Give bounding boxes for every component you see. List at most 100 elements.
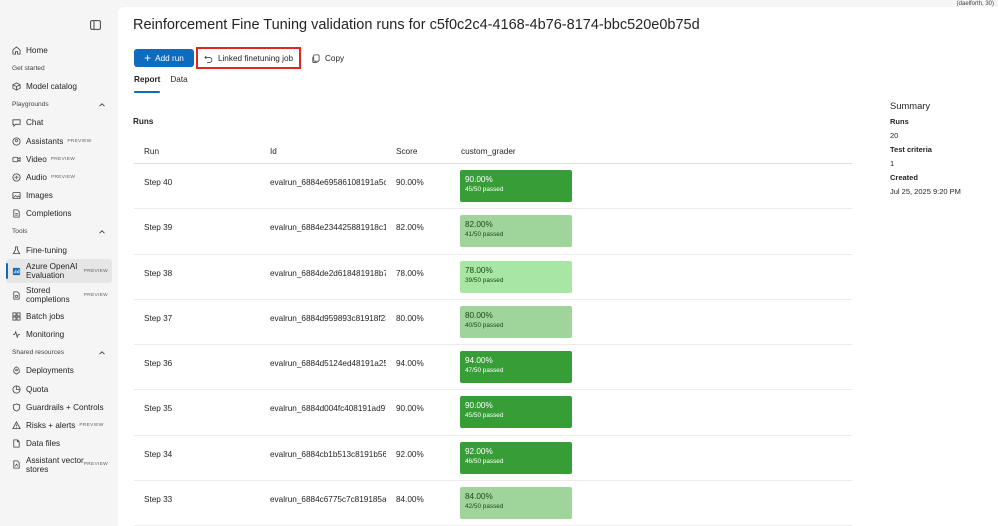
- sidebar-item-label: Monitoring: [26, 330, 65, 340]
- preview-badge: PREVIEW: [50, 156, 76, 162]
- sidebar-item-assistant-vector-stores[interactable]: Assistant vector stores PREVIEW: [6, 453, 112, 477]
- collapse-sidebar-icon[interactable]: [90, 20, 101, 30]
- runs-heading: Runs: [133, 117, 154, 126]
- run-score: 82.00%: [396, 223, 424, 233]
- summary-panel: Summary Runs 20 Test criteria 1 Created …: [890, 100, 990, 197]
- column-header-custom-grader[interactable]: custom_grader: [461, 147, 516, 156]
- assistant-icon: [12, 137, 21, 146]
- grader-percent: 92.00%: [465, 446, 493, 456]
- runs-table: Run Id Score custom_grader Step 40 evalru…: [134, 139, 852, 526]
- sidebar-item-batch-jobs[interactable]: Batch jobs: [6, 307, 112, 325]
- table-row[interactable]: Step 34 evalrun_6884cb1b513c8191b563 92.00…: [134, 436, 852, 482]
- summary-test-criteria-label: Test criteria: [890, 145, 932, 154]
- main-panel: (daelforth, 30) Reinforcement Fine Tunin…: [118, 1, 998, 526]
- section-playgrounds[interactable]: Playgrounds: [6, 96, 112, 114]
- grader-result-badge: 78.00% 39/50 passed: [460, 260, 572, 293]
- linked-finetuning-job-button[interactable]: Linked finetuning job: [196, 47, 301, 69]
- sidebar-item-audio[interactable]: Audio PREVIEW: [6, 168, 112, 186]
- grader-percent: 90.00%: [465, 175, 493, 184]
- section-shared-resources[interactable]: Shared resources: [6, 344, 112, 362]
- run-step-link[interactable]: Step 36: [144, 359, 172, 368]
- sidebar-item-images[interactable]: Images: [6, 187, 112, 205]
- chevron-up-icon[interactable]: [98, 101, 106, 109]
- grader-result-badge: 94.00% 47/50 passed: [460, 351, 572, 384]
- add-run-button[interactable]: + Add run: [134, 49, 194, 67]
- table-row[interactable]: Step 38 evalrun_6884de2d618481918b78 78.00…: [134, 255, 852, 300]
- sidebar-item-label: Risks + alerts: [26, 420, 76, 430]
- table-row[interactable]: Step 33 evalrun_6884c6775c7c819185a8 84.00…: [134, 481, 852, 526]
- run-step-link[interactable]: Step 33: [144, 495, 172, 504]
- copy-label: Copy: [325, 53, 345, 63]
- table-row[interactable]: Step 40 evalrun_6884e69586108191a5cc 90.00…: [134, 164, 852, 210]
- run-score: 94.00%: [396, 359, 424, 369]
- run-id: evalrun_6884d004fc408191ad97: [270, 404, 386, 414]
- plus-icon: +: [144, 51, 152, 65]
- tab-list: Report Data: [134, 73, 198, 93]
- quota-icon: [12, 385, 21, 394]
- sidebar-item-data-files[interactable]: Data files: [6, 435, 112, 453]
- sidebar-item-model-catalog[interactable]: Model catalog: [6, 77, 112, 95]
- section-tools[interactable]: Tools: [6, 223, 112, 241]
- copy-button[interactable]: Copy: [311, 49, 344, 67]
- column-header-run[interactable]: Run: [144, 147, 159, 156]
- sidebar-item-deployments[interactable]: Deployments: [6, 362, 112, 380]
- sidebar-item-azure-openai-evaluation[interactable]: Azure OpenAI Evaluation PREVIEW: [6, 259, 112, 284]
- vector-store-icon: [12, 460, 21, 469]
- run-id: evalrun_6884e234425881918c1a: [270, 223, 386, 233]
- completions-icon: [12, 209, 21, 218]
- grader-percent: 84.00%: [465, 492, 493, 502]
- table-row[interactable]: Step 39 evalrun_6884e234425881918c1a 82.00…: [134, 209, 852, 255]
- run-step-link[interactable]: Step 35: [144, 404, 172, 413]
- run-step-link[interactable]: Step 37: [144, 314, 172, 323]
- sidebar-item-fine-tuning[interactable]: Fine-tuning: [6, 241, 112, 259]
- chevron-up-icon[interactable]: [98, 349, 106, 357]
- preview-badge: PREVIEW: [50, 174, 76, 180]
- account-label: (daelforth, 30): [956, 1, 994, 7]
- table-row[interactable]: Step 35 evalrun_6884d004fc408191ad97 90.00…: [134, 390, 852, 436]
- sidebar-item-completions[interactable]: Completions: [6, 205, 112, 223]
- sidebar-item-chat[interactable]: Chat: [6, 114, 112, 132]
- grader-result-badge: 82.00% 41/50 passed: [460, 215, 572, 248]
- section-label: Shared resources: [12, 349, 65, 357]
- section-get-started: Get started: [6, 59, 112, 77]
- image-icon: [12, 191, 21, 200]
- table-row[interactable]: Step 37 evalrun_6884d959893c81918f23 80.00…: [134, 300, 852, 346]
- run-step-link[interactable]: Step 38: [144, 269, 172, 278]
- sidebar-item-quota[interactable]: Quota: [6, 380, 112, 398]
- audio-icon: [12, 173, 21, 182]
- chevron-up-icon[interactable]: [98, 228, 106, 236]
- column-header-id[interactable]: Id: [270, 147, 386, 156]
- add-run-label: Add run: [155, 53, 184, 63]
- sidebar-item-video[interactable]: Video PREVIEW: [6, 150, 112, 168]
- sidebar-item-label: Model catalog: [26, 81, 77, 91]
- sidebar-item-label: Completions: [26, 209, 72, 219]
- grader-percent: 90.00%: [465, 401, 493, 411]
- tab-report[interactable]: Report: [134, 73, 161, 93]
- cube-icon: [12, 82, 21, 91]
- sidebar-nav: Home Get started Model catalog Playgrounds C…: [6, 41, 112, 477]
- grader-result-badge: 90.00% 45/50 passed: [460, 396, 572, 429]
- sidebar-item-stored-completions[interactable]: Stored completions PREVIEW: [6, 283, 112, 307]
- table-row[interactable]: Step 36 evalrun_6884d5124ed48191a252 94.00…: [134, 345, 852, 391]
- shield-icon: [12, 403, 21, 412]
- summary-test-criteria-value: 1: [890, 159, 895, 168]
- sidebar-item-risks[interactable]: Risks + alerts PREVIEW: [6, 416, 112, 434]
- section-label: Get started: [12, 64, 45, 72]
- sidebar-item-home[interactable]: Home: [6, 41, 112, 59]
- sidebar: Home Get started Model catalog Playgrounds C…: [0, 0, 118, 526]
- run-step-link[interactable]: Step 39: [144, 223, 172, 232]
- sidebar-item-label: Audio: [26, 172, 47, 182]
- column-header-score[interactable]: Score: [396, 147, 417, 156]
- preview-badge: PREVIEW: [83, 268, 108, 274]
- run-step-link[interactable]: Step 40: [144, 178, 172, 187]
- sidebar-item-monitoring[interactable]: Monitoring: [6, 325, 112, 343]
- run-step-link[interactable]: Step 34: [144, 450, 172, 459]
- grader-result-badge: 92.00% 46/50 passed: [460, 441, 572, 474]
- sidebar-item-label: Video: [26, 154, 47, 164]
- summary-title: Summary: [890, 100, 931, 111]
- tab-data[interactable]: Data: [170, 73, 187, 93]
- sidebar-item-guardrails[interactable]: Guardrails + Controls: [6, 398, 112, 416]
- grader-passed-count: 46/50 passed: [465, 457, 504, 465]
- grader-passed-count: 47/50 passed: [465, 367, 504, 375]
- sidebar-item-assistants[interactable]: Assistants PREVIEW: [6, 132, 112, 150]
